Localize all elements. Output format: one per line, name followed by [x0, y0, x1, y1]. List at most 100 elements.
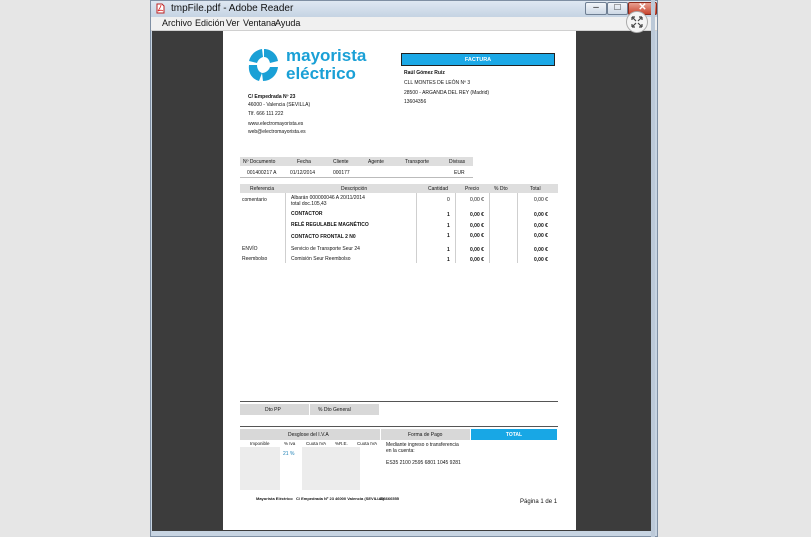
section-rule	[240, 426, 558, 427]
line-desc: Comisión Seur Reembolso	[291, 256, 351, 262]
client-name: Raúl Gómez Ruiz	[404, 70, 445, 76]
col-dto: % Dto	[494, 186, 508, 192]
iva-col-cuota: Cuota IVA	[306, 441, 327, 446]
line-price: 0,00 €	[470, 223, 484, 229]
line-desc: Servicio de Transporte Seur 24	[291, 246, 360, 252]
iva-col-imponible: Imponible	[250, 441, 270, 446]
desglose-label: Desglose del I.V.A	[288, 432, 329, 438]
line-price: 0,00 €	[470, 197, 484, 203]
line-price: 0,00 €	[470, 212, 484, 218]
dto-pp-label: Dto PP	[265, 407, 281, 413]
minimize-icon: –	[593, 2, 599, 13]
payment-iban: ES35 2100 2595 6801 1045 9281	[386, 460, 461, 466]
lines-header-bar	[240, 184, 558, 193]
line-qty: 1	[447, 233, 450, 239]
line-total: 0,00 €	[534, 233, 548, 239]
page-number: Página 1 de 1	[520, 499, 558, 505]
line-price: 0,00 €	[470, 257, 484, 263]
line-ref: ENVÍO	[242, 246, 258, 252]
line-qty: 0	[447, 197, 450, 203]
payment-text-2: en la cuenta:	[386, 448, 415, 454]
client-nif: 13604356	[404, 99, 427, 105]
total-label: TOTAL	[505, 432, 523, 438]
line-desc: RELÉ REGULABLE MAGNÉTICO	[291, 222, 369, 228]
doc-type-label: FACTURA	[464, 57, 492, 63]
col-descripcion: Descripción	[341, 186, 368, 192]
col-divider	[455, 193, 456, 263]
client-address: CLL MONTES DE LEÓN Nº 3	[404, 80, 471, 86]
col-divider	[489, 193, 490, 263]
line-total: 0,00 €	[534, 257, 548, 263]
menu-archivo[interactable]: Archivo	[162, 18, 192, 28]
col-cantidad: Cantidad	[428, 186, 449, 192]
maximize-button[interactable]: □	[607, 2, 628, 15]
line-ref: comentario	[242, 197, 267, 203]
forma-pago-label: Forma de Pago	[408, 432, 443, 438]
col-total: Total	[530, 186, 541, 192]
section-rule	[240, 401, 558, 402]
footer-address: C/ Empedrada Nº 23	[296, 496, 334, 501]
line-qty: 1	[447, 247, 450, 253]
company-web: www.electromayorista.es	[248, 121, 304, 127]
pdf-file-icon	[156, 3, 165, 14]
col-precio: Precio	[465, 186, 480, 192]
val-divisas: EUR	[454, 170, 465, 176]
pdf-page: mayorista eléctrico FACTURA C/ Empedrada…	[223, 31, 576, 530]
company-email: web@electromayorista.es	[248, 129, 306, 135]
logo-text-mayorista: mayorista	[286, 46, 367, 65]
line-desc: CONTACTOR	[291, 211, 323, 217]
val-fecha: 01/12/2014	[290, 170, 316, 176]
menu-ventana[interactable]: Ventana	[243, 18, 276, 28]
logo-text-electrico: eléctrico	[286, 64, 356, 83]
col-divisas: Divisas	[449, 159, 466, 165]
header-underline	[240, 177, 473, 178]
expand-icon	[631, 16, 643, 28]
fullscreen-button[interactable]	[626, 11, 648, 33]
line-total: 0,00 €	[534, 223, 548, 229]
client-city: 28500 - ARGANDA DEL REY (Madrid)	[404, 90, 490, 96]
menu-ver[interactable]: Ver	[226, 18, 240, 28]
line-total: 0,00 €	[534, 197, 548, 203]
line-qty: 1	[447, 212, 450, 218]
total-box: TOTAL	[471, 429, 557, 440]
footer-city: 46000 Valencia (SEVILLA)	[335, 496, 384, 501]
line-price: 0,00 €	[470, 247, 484, 253]
col-agente: Agente	[368, 159, 384, 165]
col-referencia: Referencia	[250, 186, 275, 192]
line-desc: CONTACTO FRONTAL 2 N0	[291, 234, 356, 240]
col-divider	[416, 193, 417, 263]
title-bar[interactable]: tmpFile.pdf - Adobe Reader – □ ✕	[151, 1, 657, 17]
line-desc2: total doc.105,43	[291, 201, 327, 207]
dto-divider	[309, 404, 310, 415]
window-right-border	[651, 0, 655, 537]
line-ref: Reembolso	[242, 256, 268, 262]
window-title: tmpFile.pdf - Adobe Reader	[171, 3, 294, 14]
iva-col-re: %R.E.	[335, 441, 348, 446]
footer-phone: 656666555	[379, 496, 400, 501]
col-divider	[285, 193, 286, 263]
col-divider	[517, 193, 518, 263]
iva-col-rate: % Iva	[284, 441, 296, 446]
company-phone: Tlf. 666 111 222	[248, 111, 284, 117]
col-num-documento: Nº Documento	[243, 159, 276, 165]
line-price: 0,00 €	[470, 233, 484, 239]
company-address: C/ Empedrada Nº 23	[248, 94, 296, 100]
maximize-icon: □	[614, 2, 621, 13]
menu-ayuda[interactable]: Ayuda	[275, 18, 300, 28]
minimize-button[interactable]: –	[585, 2, 607, 15]
line-qty: 1	[447, 257, 450, 263]
col-transporte: Transporte	[405, 159, 429, 165]
line-qty: 1	[447, 223, 450, 229]
line-total: 0,00 €	[534, 247, 548, 253]
menu-edicion[interactable]: Edición	[195, 18, 225, 28]
line-total: 0,00 €	[534, 212, 548, 218]
val-cliente: 000177	[333, 170, 350, 176]
col-cliente: Cliente	[333, 159, 349, 165]
factura-label-box: FACTURA	[401, 53, 555, 66]
footer-company: Mayorista Eléctrico	[256, 496, 293, 501]
col-fecha: Fecha	[297, 159, 311, 165]
dto-general-label: % Dto General	[318, 407, 351, 413]
iva-rate-value: 21 %	[283, 451, 295, 457]
menu-bar: Archivo Edición Ver Ventana Ayuda	[151, 17, 657, 31]
val-num-documento: 001400217 A	[247, 170, 277, 176]
